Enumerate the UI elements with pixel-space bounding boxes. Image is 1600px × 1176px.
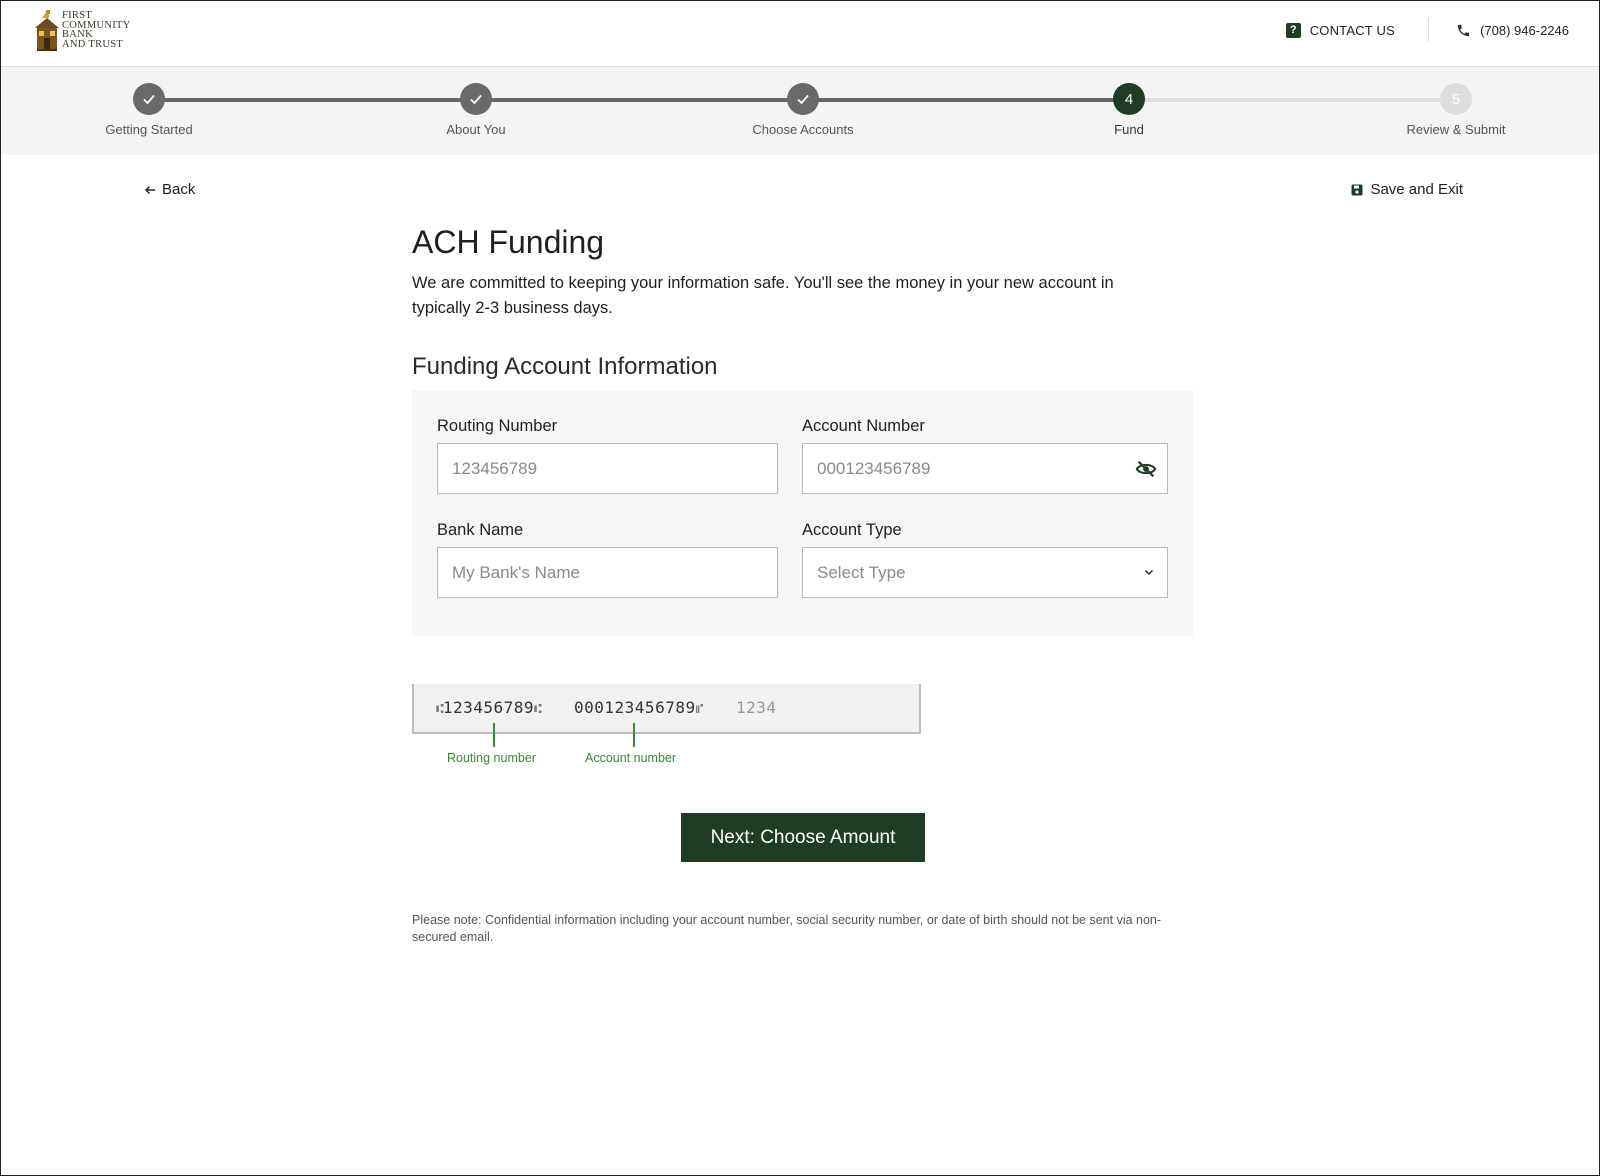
micr-transit-symbol: ⑆ — [534, 702, 542, 717]
chevron-down-icon — [1144, 569, 1154, 576]
account-type-placeholder: Select Type — [817, 562, 906, 582]
save-and-exit-label: Save and Exit — [1370, 181, 1463, 198]
question-icon: ? — [1285, 22, 1301, 38]
step-label: Review & Submit — [1406, 122, 1506, 137]
back-link[interactable]: Back — [144, 181, 195, 198]
next-choose-amount-button[interactable]: Next: Choose Amount — [681, 813, 925, 862]
step-choose-accounts[interactable]: Choose Accounts — [713, 83, 893, 137]
account-indicator-line — [633, 723, 635, 747]
routing-number-caption: Routing number — [447, 751, 536, 765]
eye-slash-icon[interactable] — [1135, 458, 1157, 480]
micr-transit-symbol: ⑆ — [436, 702, 444, 717]
step-label: Choose Accounts — [752, 122, 854, 137]
step-review-submit: 5 Review & Submit — [1366, 83, 1546, 137]
account-number-label: Account Number — [802, 417, 925, 435]
routing-number-label: Routing Number — [437, 417, 558, 435]
floppy-disk-icon — [1351, 184, 1363, 195]
bank-logo[interactable]: FIRST COMMUNITY BANK AND TRUST — [34, 10, 134, 54]
account-number-caption: Account number — [585, 751, 677, 765]
step-number-future: 5 — [1440, 83, 1472, 115]
page-intro: We are committed to keeping your informa… — [412, 274, 1114, 317]
account-number-placeholder: 000123456789 — [817, 458, 931, 478]
step-number-current: 4 — [1113, 83, 1145, 115]
confidentiality-note: Please note: Confidential information in… — [412, 913, 1162, 944]
routing-number-input[interactable]: 123456789 — [437, 443, 778, 494]
header-divider — [1428, 18, 1429, 42]
bank-name-text: FIRST COMMUNITY BANK AND TRUST — [62, 11, 131, 49]
bank-name-label: Bank Name — [437, 521, 524, 539]
stepper-track-complete — [149, 98, 1129, 102]
page-title: ACH Funding — [412, 224, 605, 260]
account-type-select[interactable]: Select Type — [802, 547, 1168, 598]
page-frame: FIRST COMMUNITY BANK AND TRUST ? CONTACT… — [0, 0, 1600, 1176]
step-about-you[interactable]: About You — [386, 83, 566, 137]
check-account-micr: 000123456789⑈ — [574, 698, 704, 717]
check-routing-value: 123456789 — [442, 698, 535, 717]
phone-number: (708) 946-2246 — [1480, 22, 1569, 38]
routing-number-placeholder: 123456789 — [452, 458, 538, 478]
account-type-label: Account Type — [802, 521, 902, 539]
account-number-input[interactable]: 000123456789 — [802, 443, 1168, 494]
contact-us-label: CONTACT US — [1309, 22, 1395, 38]
progress-stepper: Getting Started About You Choose Account… — [1, 67, 1599, 155]
save-and-exit-link[interactable]: Save and Exit — [1351, 181, 1463, 198]
top-header: FIRST COMMUNITY BANK AND TRUST ? CONTACT… — [1, 1, 1599, 67]
phone-link[interactable]: (708) 946-2246 — [1456, 20, 1569, 40]
contact-us-link[interactable]: ? CONTACT US — [1285, 20, 1395, 40]
step-complete-check-icon — [460, 83, 492, 115]
section-title: Funding Account Information — [412, 353, 718, 380]
bank-name-placeholder: My Bank's Name — [452, 562, 580, 582]
schoolhouse-icon — [35, 10, 59, 51]
step-complete-check-icon — [787, 83, 819, 115]
phone-icon — [1457, 24, 1470, 36]
check-sample-illustration: ⑆123456789⑆ 000123456789⑈ 1234 — [412, 684, 921, 734]
micr-onus-symbol: ⑈ — [695, 702, 704, 717]
back-label: Back — [162, 181, 196, 198]
check-account-value: 000123456789 — [574, 698, 696, 717]
check-number-value: 1234 — [736, 698, 777, 717]
funding-form-panel: Routing Number 123456789 Account Number … — [412, 390, 1193, 636]
step-label: About You — [446, 122, 506, 137]
step-fund: 4 Fund — [1039, 83, 1219, 137]
logo-line-4: AND TRUST — [62, 38, 124, 50]
check-routing-micr: ⑆123456789⑆ — [436, 698, 542, 717]
arrow-left-icon — [145, 185, 155, 194]
step-label: Fund — [1114, 122, 1144, 137]
step-label: Getting Started — [105, 122, 193, 137]
bank-name-input[interactable]: My Bank's Name — [437, 547, 778, 598]
step-complete-check-icon — [133, 83, 165, 115]
routing-indicator-line — [493, 723, 495, 747]
step-getting-started[interactable]: Getting Started — [59, 83, 239, 137]
